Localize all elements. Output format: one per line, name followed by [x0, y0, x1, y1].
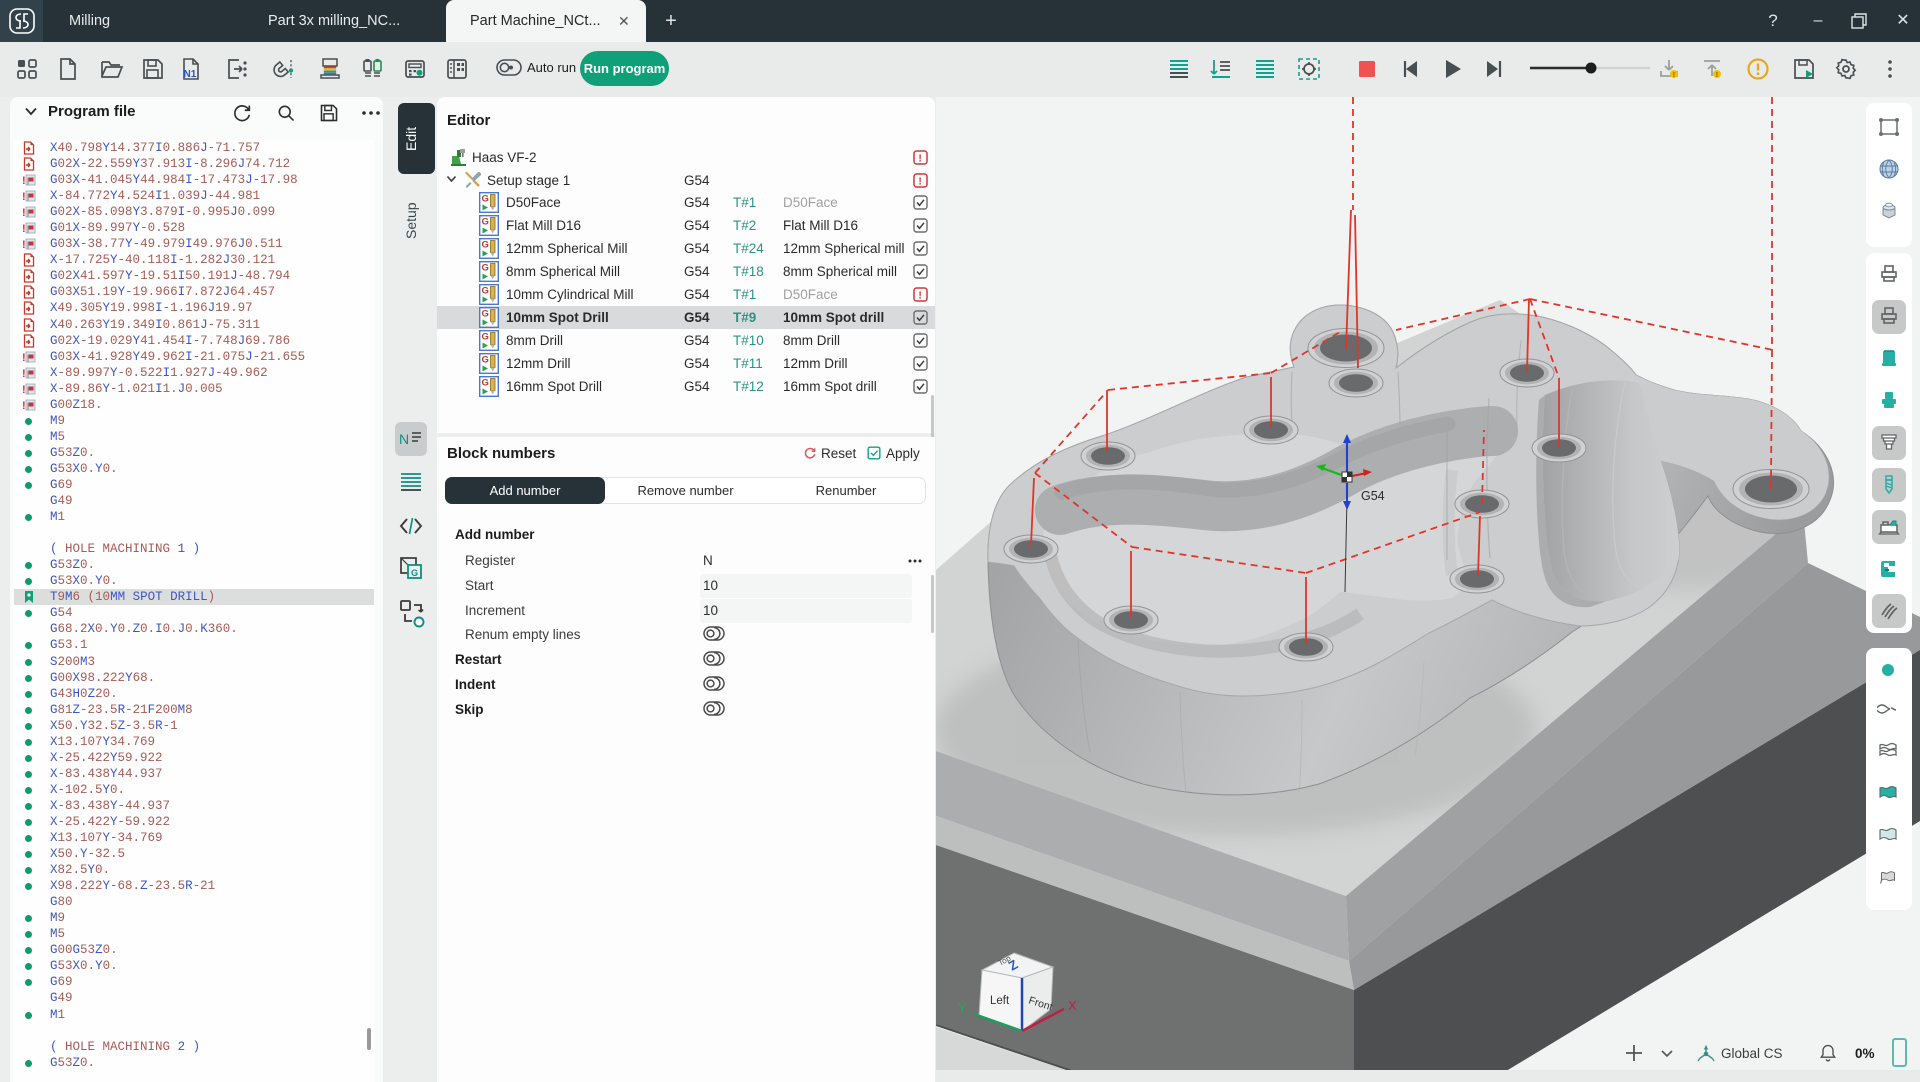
- svg-text:!: !: [1716, 72, 1718, 79]
- svg-text:N: N: [399, 431, 409, 447]
- svg-text:G54: G54: [1361, 489, 1385, 503]
- svg-text:N1: N1: [184, 69, 197, 80]
- svg-text:Left: Left: [990, 995, 1010, 1007]
- svg-text:X: X: [1068, 998, 1077, 1013]
- svg-text:G: G: [411, 568, 418, 578]
- svg-text:Y: Y: [958, 1000, 967, 1015]
- svg-text:!: !: [1673, 72, 1675, 79]
